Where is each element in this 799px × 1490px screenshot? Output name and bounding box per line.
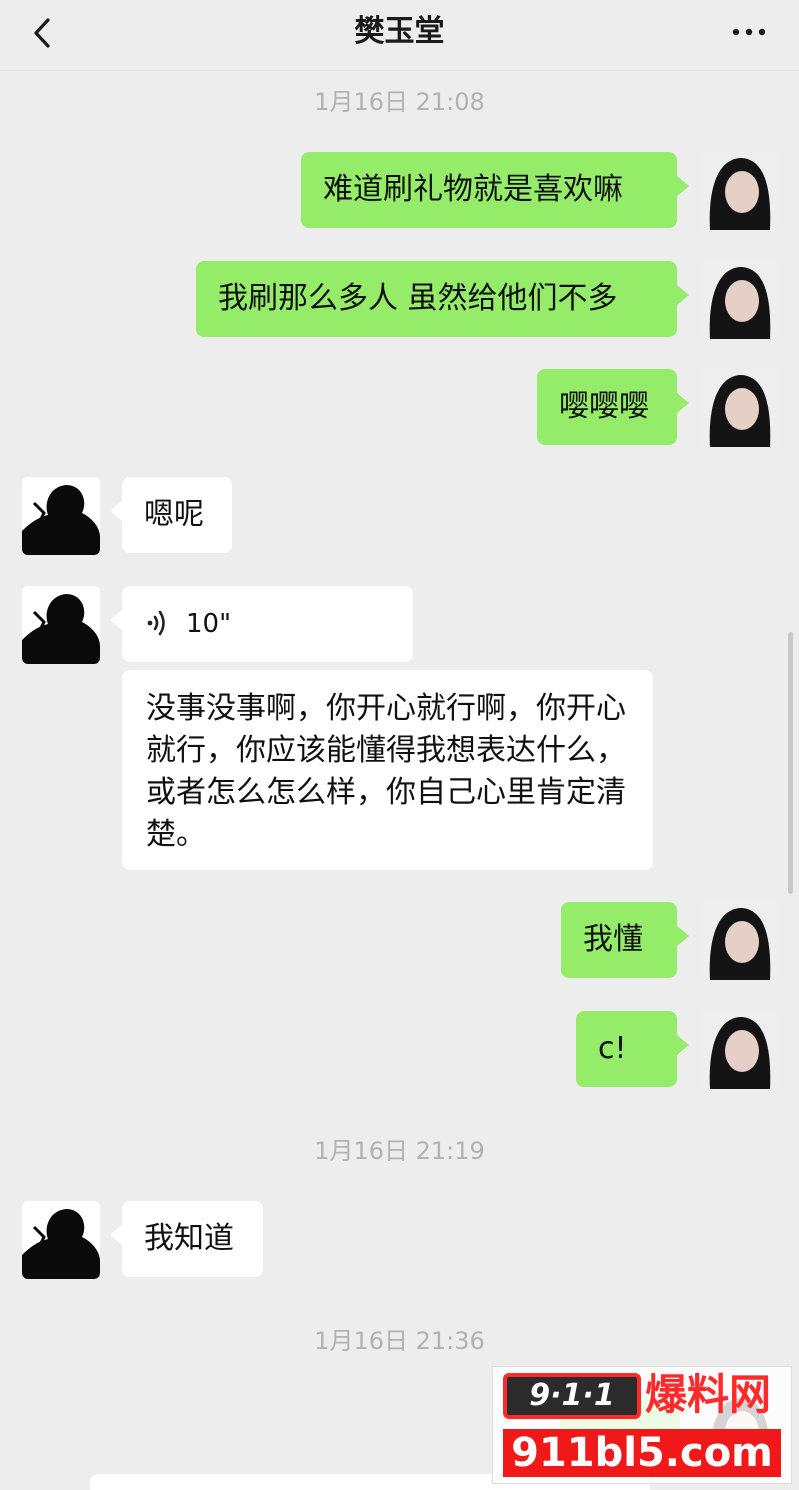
message-bubble-received[interactable]: 我知道 xyxy=(110,1201,263,1277)
message-text: 我知道 xyxy=(144,1221,234,1256)
voice-message-bubble[interactable]: 10" xyxy=(110,586,413,662)
timestamp: 1月16日 21:19 xyxy=(314,1137,485,1165)
message-bubble-sent[interactable]: c! xyxy=(576,1011,689,1087)
message-bubble-sent[interactable]: 我刷那么多人 虽然给他们不多 xyxy=(196,261,689,337)
scrollbar[interactable] xyxy=(788,632,793,894)
message-text: 我懂 xyxy=(583,922,643,957)
message-text: 嘤嘤嘤 xyxy=(559,389,649,424)
message-text: 嗯呢 xyxy=(144,497,204,532)
message-bubble-sent[interactable]: 难道刷礼物就是喜欢嘛 xyxy=(301,152,689,228)
message-text: c! xyxy=(598,1031,627,1066)
message-bubble-sent[interactable]: 我懂 xyxy=(561,902,689,978)
contact-avatar[interactable] xyxy=(22,586,100,664)
my-avatar[interactable] xyxy=(700,261,778,339)
my-avatar[interactable] xyxy=(700,902,778,980)
voice-wave-icon xyxy=(144,608,170,638)
chat-header: 樊玉堂 xyxy=(0,0,799,71)
contact-avatar[interactable] xyxy=(22,1201,100,1279)
watermark-name: 爆料网 xyxy=(645,1370,772,1419)
message-bubble-received[interactable]: 嗯呢 xyxy=(110,477,232,553)
timestamp: 1月16日 21:08 xyxy=(314,88,485,116)
my-avatar[interactable] xyxy=(700,152,778,230)
voice-duration: 10" xyxy=(186,609,232,639)
message-bubble-sent[interactable]: 嘤嘤嘤 xyxy=(537,369,689,445)
message-text: 我刷那么多人 虽然给他们不多 xyxy=(218,281,618,316)
watermark: 9·1·1 爆料网 911bl5.com xyxy=(492,1366,792,1484)
chat-title: 樊玉堂 xyxy=(354,14,445,49)
my-avatar[interactable] xyxy=(700,1011,778,1089)
contact-avatar[interactable] xyxy=(22,477,100,555)
watermark-logo: 9·1·1 xyxy=(503,1373,641,1419)
watermark-url: 911bl5.com xyxy=(503,1429,781,1477)
message-text: 难道刷礼物就是喜欢嘛 xyxy=(323,172,623,207)
timestamp: 1月16日 21:36 xyxy=(314,1327,485,1355)
more-options-icon[interactable] xyxy=(729,14,769,54)
my-avatar[interactable] xyxy=(700,369,778,447)
voice-transcript-bubble[interactable]: 没事没事啊，你开心就行啊，你开心就行，你应该能懂得我想表达什么，或者怎么怎么样，… xyxy=(122,670,653,870)
message-text: 没事没事啊，你开心就行啊，你开心就行，你应该能懂得我想表达什么，或者怎么怎么样，… xyxy=(146,691,626,852)
